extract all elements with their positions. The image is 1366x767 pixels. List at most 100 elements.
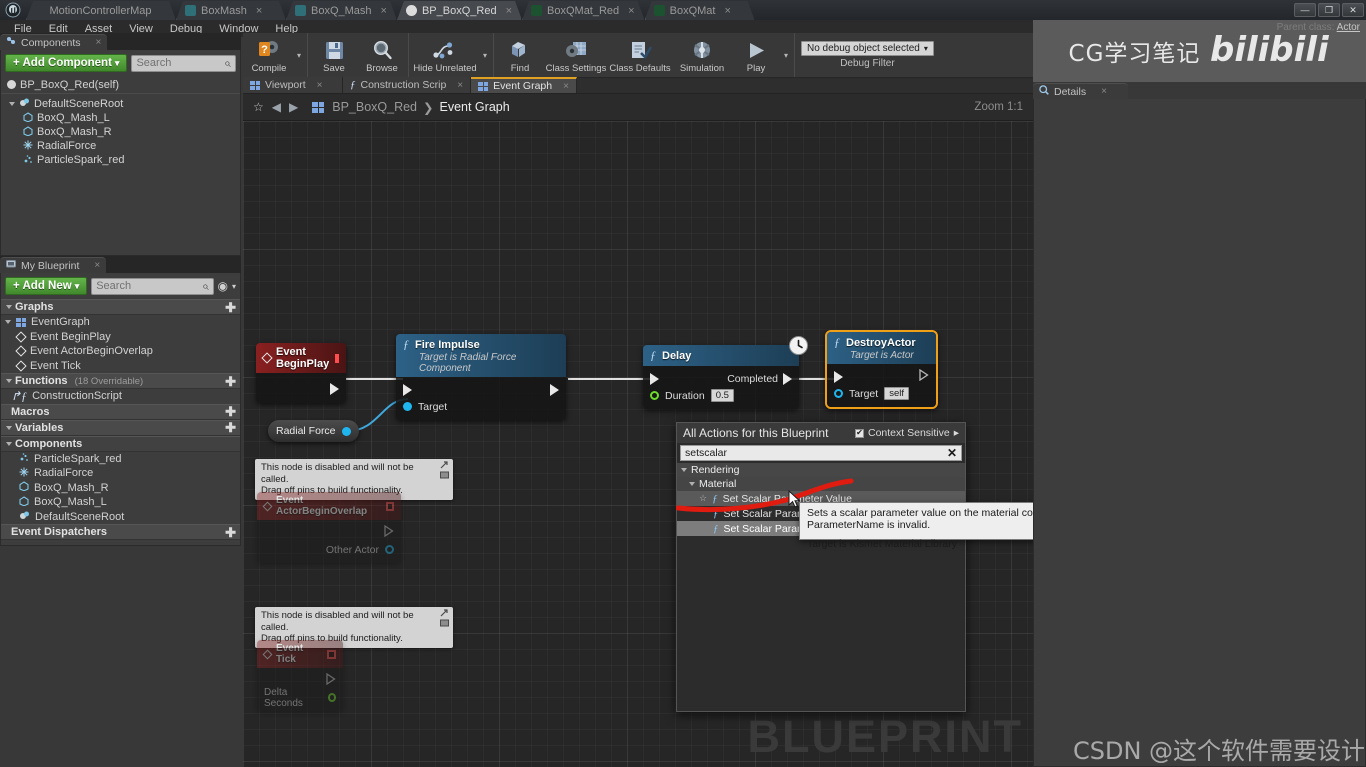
object-input-pin[interactable]	[403, 402, 412, 411]
graph-row-eventgraph[interactable]: EventGraph	[1, 315, 240, 330]
chevron-down-icon[interactable]	[689, 482, 695, 486]
exec-input-pin[interactable]	[650, 372, 659, 385]
section-functions[interactable]: Functions (18 Overridable) ✚	[1, 373, 240, 389]
chevron-down-icon[interactable]	[5, 320, 11, 325]
node-delay[interactable]: ƒ Delay Completed Duration 0.5	[643, 336, 808, 409]
my-blueprint-search-input[interactable]: Search ⌕	[91, 277, 214, 295]
target-value-input[interactable]: self	[884, 387, 909, 400]
close-icon[interactable]: ×	[96, 37, 102, 48]
tab-event-graph[interactable]: Event Graph ×	[471, 77, 577, 93]
component-row-boxq-mash-l[interactable]: BoxQ_Mash_L	[1, 111, 240, 125]
forward-arrow-icon[interactable]: ▶	[289, 100, 298, 114]
object-input-pin[interactable]	[834, 389, 843, 398]
function-row-constructionscript[interactable]: ↱ƒ ConstructionScript	[1, 389, 240, 404]
save-button[interactable]: Save	[310, 33, 358, 77]
add-macro-button[interactable]: ✚	[225, 405, 236, 418]
back-arrow-icon[interactable]: ◀	[272, 100, 281, 114]
exec-output-pin[interactable]	[330, 382, 339, 395]
chevron-right-icon[interactable]: ▸	[954, 427, 959, 439]
tooltip-corner-icons[interactable]	[439, 609, 450, 627]
tab-viewport[interactable]: Viewport ×	[243, 77, 343, 93]
window-tab-boxmash[interactable]: BoxMash ×	[176, 1, 286, 20]
play-options-caret[interactable]: ▾	[780, 33, 792, 77]
variable-row-defaultsceneroot[interactable]: DefaultSceneRoot	[1, 510, 240, 525]
disabled-toggle-icon[interactable]	[327, 649, 336, 659]
all-actions-menu[interactable]: All Actions for this Blueprint ✔ Context…	[676, 422, 966, 712]
chevron-down-icon[interactable]	[6, 441, 12, 446]
chevron-down-icon[interactable]: ▾	[232, 282, 236, 291]
chevron-down-icon[interactable]	[9, 102, 15, 106]
find-button[interactable]: Find	[496, 33, 544, 77]
minimize-button[interactable]: —	[1294, 3, 1316, 17]
close-icon[interactable]: ×	[256, 5, 262, 17]
graph-row-event-actorbeginoverlap[interactable]: Event ActorBeginOverlap	[1, 344, 240, 359]
graph-row-event-tick[interactable]: Event Tick	[1, 359, 240, 374]
exec-output-pin[interactable]	[384, 524, 394, 540]
tab-construction-script[interactable]: ƒ Construction Scrip ×	[343, 77, 472, 93]
class-settings-button[interactable]: Class Settings	[544, 33, 608, 77]
action-menu-search-input[interactable]: setscalar ✕	[680, 445, 962, 461]
exec-output-pin[interactable]	[550, 383, 559, 396]
add-dispatcher-button[interactable]: ✚	[225, 526, 236, 539]
components-search-input[interactable]: Search ⌕	[131, 54, 236, 72]
exec-input-pin[interactable]	[834, 370, 843, 383]
tab-my-blueprint[interactable]: My Blueprint ×	[0, 257, 107, 273]
node-fire-impulse[interactable]: ƒ Fire Impulse Target is Radial Force Co…	[396, 334, 566, 420]
compile-button[interactable]: ? Compile	[245, 33, 293, 77]
hide-unrelated-caret[interactable]: ▾	[479, 33, 491, 77]
component-row-boxq-mash-r[interactable]: BoxQ_Mash_R	[1, 125, 240, 139]
component-row-defaultsceneroot[interactable]: DefaultSceneRoot	[1, 97, 240, 111]
compile-options-caret[interactable]: ▾	[293, 33, 305, 77]
component-row-radialforce[interactable]: RadialForce	[1, 139, 240, 153]
variable-row-boxq-mash-r[interactable]: BoxQ_Mash_R	[1, 481, 240, 496]
variable-row-radialforce[interactable]: RadialForce	[1, 466, 240, 481]
component-row-particlespark-red[interactable]: ParticleSpark_red	[1, 153, 240, 167]
node-destroy-actor[interactable]: ƒ DestroyActor Target is Actor Target se…	[825, 330, 938, 409]
disabled-toggle-icon[interactable]	[385, 501, 394, 511]
clear-icon[interactable]: ✕	[947, 446, 957, 460]
tab-components[interactable]: Components ×	[0, 34, 108, 50]
close-icon[interactable]: ×	[628, 5, 634, 17]
object-output-pin[interactable]	[341, 426, 351, 436]
window-tab-bp-boxq-red[interactable]: BP_BoxQ_Red ×	[397, 1, 522, 20]
hide-unrelated-button[interactable]: Hide Unrelated	[411, 33, 479, 77]
add-graph-button[interactable]: ✚	[225, 301, 236, 314]
tab-details[interactable]: Details ×	[1033, 83, 1128, 99]
variable-row-particlespark-red[interactable]: ParticleSpark_red	[1, 452, 240, 467]
section-event-dispatchers[interactable]: Event Dispatchers ✚	[1, 524, 240, 540]
action-category-rendering[interactable]: Rendering	[677, 463, 965, 477]
play-button[interactable]: Play	[732, 33, 780, 77]
node-event-tick[interactable]: Event Tick Delta Seconds	[257, 640, 343, 711]
close-button[interactable]: ✕	[1342, 3, 1364, 17]
graph-row-event-beginplay[interactable]: Event BeginPlay	[1, 330, 240, 345]
node-event-actor-begin-overlap[interactable]: Event ActorBeginOverlap Other Actor	[257, 492, 401, 563]
float-output-pin[interactable]	[327, 693, 336, 702]
chevron-down-icon[interactable]	[681, 468, 687, 472]
duration-value-input[interactable]: 0.5	[710, 389, 734, 402]
close-icon[interactable]: ×	[317, 80, 323, 91]
parent-class-value[interactable]: Actor	[1337, 22, 1360, 33]
checkbox-icon[interactable]: ✔	[855, 428, 864, 438]
add-function-button[interactable]: ✚	[225, 375, 236, 388]
window-tab-boxq-mash[interactable]: BoxQ_Mash ×	[286, 1, 397, 20]
eye-icon[interactable]: ◉	[218, 279, 228, 293]
add-variable-button[interactable]: ✚	[225, 421, 236, 434]
breadcrumb-root[interactable]: BP_BoxQ_Red	[332, 100, 417, 114]
window-tab-boxqmat-red[interactable]: BoxQMat_Red ×	[522, 1, 645, 20]
favorite-star-icon[interactable]: ☆	[699, 493, 707, 504]
exec-output-pin[interactable]	[783, 372, 792, 385]
context-sensitive-toggle[interactable]: ✔ Context Sensitive ▸	[855, 427, 959, 439]
simulation-button[interactable]: Simulation	[672, 33, 732, 77]
float-input-pin[interactable]	[650, 391, 659, 400]
component-root-row[interactable]: BP_BoxQ_Red(self)	[1, 78, 240, 94]
action-category-material[interactable]: Material	[677, 477, 965, 491]
section-components[interactable]: Components	[1, 435, 240, 452]
section-graphs[interactable]: Graphs ✚	[1, 299, 240, 315]
class-defaults-button[interactable]: Class Defaults	[608, 33, 672, 77]
add-component-button[interactable]: + Add Component ▾	[5, 54, 128, 72]
window-tab-boxqmat[interactable]: BoxQMat ×	[645, 1, 755, 20]
close-icon[interactable]: ×	[94, 260, 100, 271]
close-icon[interactable]: ×	[381, 5, 387, 17]
tooltip-corner-icons[interactable]	[439, 461, 450, 479]
close-icon[interactable]: ×	[563, 81, 569, 92]
